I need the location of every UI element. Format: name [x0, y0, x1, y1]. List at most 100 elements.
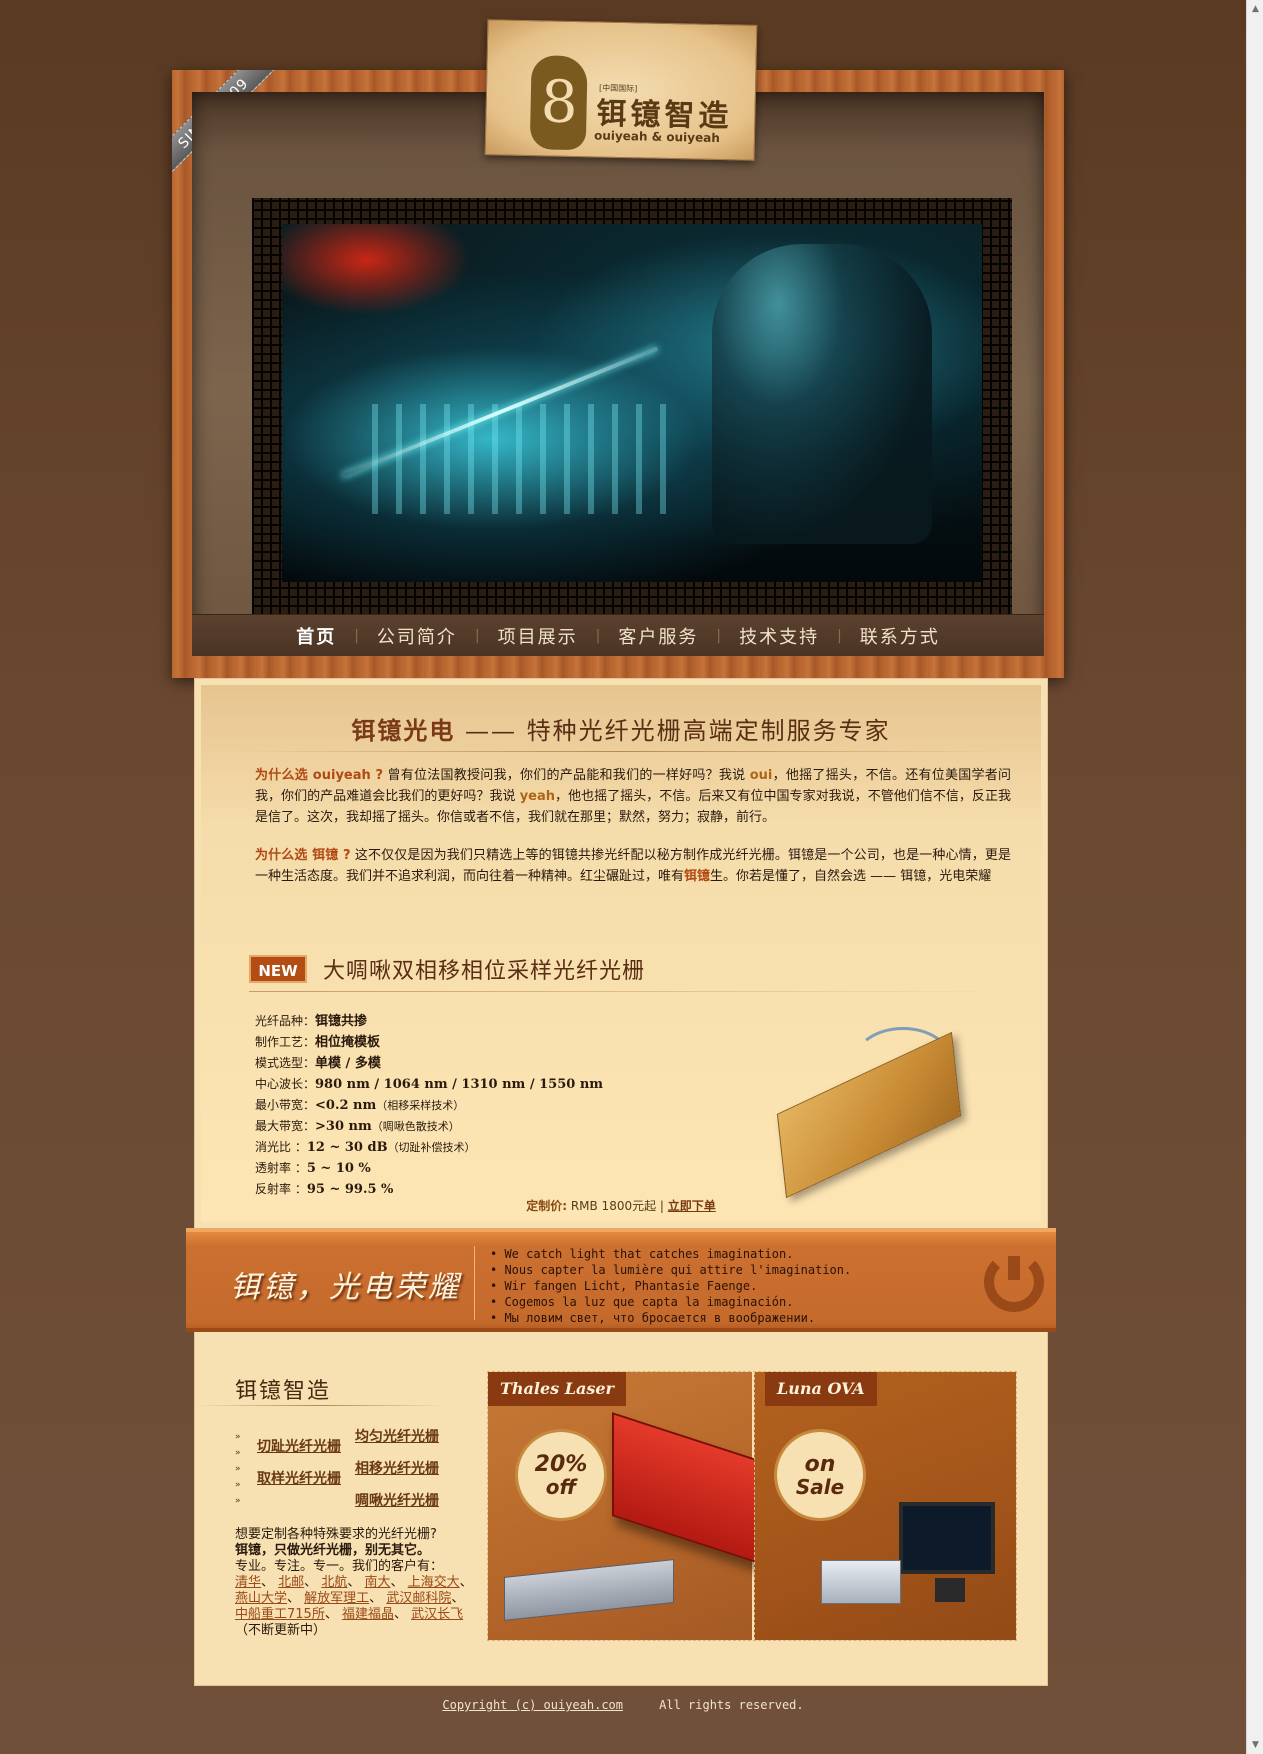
product-title[interactable]: 大啁啾双相移相位采样光纤光栅: [323, 953, 645, 985]
link-phase-shift-fbg[interactable]: 相移光纤光栅: [355, 1453, 439, 1485]
main-nav: 首页 | 公司简介 | 项目展示 | 客户服务 | 技术支持 | 联系方式: [192, 614, 1044, 656]
para1-text: 曾有位法国教授问我，你们的产品能和我们的一样好吗？我说: [383, 768, 750, 783]
client-link[interactable]: 解放军理工: [304, 1591, 369, 1606]
monitor-stand: [935, 1578, 965, 1602]
burst-line-2: off: [545, 1475, 577, 1499]
client-link[interactable]: 南大: [364, 1575, 390, 1590]
hero-banner: [252, 198, 1012, 616]
para2-accent: 铒镱: [684, 869, 711, 884]
link-chirped-fbg[interactable]: 啁啾光纤光栅: [355, 1485, 439, 1517]
client-link[interactable]: 上海交大: [408, 1575, 460, 1590]
spec-row-transmission: 透射率 ： 5 ~ 10 %: [255, 1158, 775, 1179]
client-link[interactable]: 武汉邮科院: [386, 1591, 451, 1606]
logo-mark-icon: 8: [529, 55, 588, 151]
spec-key: 光纤品种：: [255, 1014, 316, 1028]
slogan-item: Wir fangen Licht, Phantasie Faenge.: [490, 1278, 851, 1294]
link-sampled-fbg[interactable]: 取样光纤光栅: [257, 1463, 341, 1495]
client-link[interactable]: 中船重工715所: [235, 1607, 325, 1622]
product-spec-list: 光纤品种：铒镱共掺 制作工艺：相位掩模板 模式选型：单模 / 多模 中心波长：9…: [255, 1011, 775, 1200]
sidebar-links-col-a: 切趾光纤光栅 取样光纤光栅: [257, 1431, 341, 1495]
spec-row-max-bandwidth: 最大带宽：>30 nm（啁啾色散技术）: [255, 1116, 775, 1137]
spec-value: 单模 / 多模: [315, 1056, 381, 1071]
band-divider: [474, 1246, 475, 1320]
header-frame: SINCE 2009 首页 | 公司简介 | 项目展示 | 客户服务 | 技术支…: [172, 70, 1064, 678]
content-top-section: 铒镱光电 —— 特种光纤光栅高端定制服务专家 为什么选 ouiyeah ? 曾有…: [201, 685, 1041, 1221]
nav-item-about[interactable]: 公司简介: [359, 623, 475, 649]
spec-row-extinction: 消光比 ： 12 ~ 30 dB（切趾补偿技术）: [255, 1137, 775, 1158]
slogan-item: Nous capter la lumière qui attire l'imag…: [490, 1262, 851, 1278]
client-link[interactable]: 燕山大学: [235, 1591, 287, 1606]
spec-key: 最小带宽：: [255, 1098, 316, 1112]
order-now-link[interactable]: 立即下单: [668, 1199, 716, 1213]
scroll-down-arrow-icon[interactable]: ▼: [1249, 1738, 1262, 1752]
hero-laser-lab-image: [282, 224, 982, 582]
promo-luna-ova[interactable]: Luna OVA on Sale: [754, 1372, 1016, 1640]
content-panel: 铒镱光电 —— 特种光纤光栅高端定制服务专家 为什么选 ouiyeah ? 曾有…: [194, 678, 1048, 1686]
site-logo[interactable]: 8 [中国国际] 铒镱智造 ouiyeah & ouiyeah: [484, 19, 758, 161]
sale-burst-badge: on Sale: [777, 1432, 863, 1518]
hero-scientist-figure: [712, 244, 932, 544]
spec-value: 5 ~ 10 %: [306, 1161, 371, 1176]
nav-item-projects[interactable]: 项目展示: [480, 623, 596, 649]
header-inner-panel: 首页 | 公司简介 | 项目展示 | 客户服务 | 技术支持 | 联系方式: [192, 92, 1044, 656]
sidebar-title: 铒镱智造: [235, 1379, 332, 1404]
client-link[interactable]: 北邮: [278, 1575, 304, 1590]
slogan-list: We catch light that catches imagination.…: [490, 1246, 851, 1326]
para1-yeah: yeah: [519, 789, 556, 804]
sidebar-bullets: »»»»»: [235, 1432, 241, 1506]
spec-value: 95 ~ 99.5 %: [306, 1182, 394, 1197]
para1-oui: oui: [749, 768, 773, 783]
promo-thales-laser[interactable]: Thales Laser 20% off: [488, 1372, 796, 1640]
nav-item-service[interactable]: 客户服务: [600, 623, 716, 649]
nav-item-home[interactable]: 首页: [278, 623, 354, 649]
spec-key: 中心波长：: [255, 1077, 316, 1091]
spec-key: 消光比 ：: [255, 1140, 307, 1154]
spec-note: （切趾补偿技术）: [387, 1141, 476, 1154]
product-device-image: [773, 1027, 973, 1199]
scroll-up-arrow-icon[interactable]: ▲: [1249, 2, 1262, 16]
para1-lead: 为什么选 ouiyeah ?: [255, 768, 384, 783]
link-uniform-fbg[interactable]: 均匀光纤光栅: [355, 1421, 439, 1453]
power-emblem-icon: [984, 1252, 1044, 1312]
sidebar-text-line-1: 想要定制各种特殊要求的光纤光栅?: [235, 1527, 437, 1542]
slogan-item: We catch light that catches imagination.: [490, 1246, 851, 1262]
sidebar-links-col-b: 均匀光纤光栅 相移光纤光栅 啁啾光纤光栅: [355, 1421, 439, 1517]
slogan-item: Cogemos la luz que capta la imaginación.: [490, 1294, 851, 1310]
footer: Copyright (c) ouiyeah.com All rights res…: [0, 1698, 1246, 1712]
para2-lead: 为什么选 铒镱 ?: [255, 848, 351, 863]
vertical-scrollbar[interactable]: ▲ ▼: [1246, 0, 1263, 1754]
burst-line-1: on: [804, 1452, 836, 1477]
footer-copyright-link[interactable]: Copyright (c) ouiyeah.com: [442, 1698, 623, 1712]
headline-brand: 铒镱光电: [351, 716, 456, 745]
sidebar-text: 想要定制各种特殊要求的光纤光栅? 铒镱，只做光纤光栅，别无其它。 专业。专注。专…: [235, 1527, 475, 1639]
client-link[interactable]: 北航: [321, 1575, 347, 1590]
page-headline: 铒镱光电 —— 特种光纤光栅高端定制服务专家: [201, 711, 1041, 746]
client-list: 清华、 北邮、 北航、 南大、 上海交大、 燕山大学、 解放军理工、 武汉邮科院…: [235, 1575, 473, 1638]
spec-value: 12 ~ 30 dB: [306, 1140, 388, 1155]
link-apodized-fbg[interactable]: 切趾光纤光栅: [257, 1431, 341, 1463]
footer-rights: All rights reserved.: [659, 1698, 804, 1712]
discount-burst-badge: 20% off: [518, 1432, 604, 1518]
intro-paragraph-1: 为什么选 ouiyeah ? 曾有位法国教授问我，你们的产品能和我们的一样好吗？…: [255, 765, 1011, 828]
hero-optical-rig: [372, 404, 672, 514]
spec-row-process: 制作工艺：相位掩模板: [255, 1032, 775, 1053]
nav-item-support[interactable]: 技术支持: [721, 623, 837, 649]
monitor-image: [899, 1502, 995, 1574]
logo-name-en: ouiyeah & ouiyeah: [593, 128, 720, 146]
burst-line-2: Sale: [795, 1475, 845, 1499]
spec-value: 980 nm / 1064 nm / 1310 nm / 1550 nm: [315, 1077, 604, 1092]
new-badge: NEW: [249, 955, 307, 983]
slogan-item: Мы ловим свет, что бросается в воображен…: [490, 1310, 851, 1326]
product-divider: [249, 991, 1009, 992]
spec-row-fiber-type: 光纤品种：铒镱共掺: [255, 1011, 775, 1032]
client-link[interactable]: 武汉长飞: [411, 1607, 463, 1622]
price-separator: |: [659, 1199, 668, 1213]
slogan-band: 铒镱，光电荣耀 We catch light that catches imag…: [186, 1228, 1056, 1332]
sidebar-text-line-2: 铒镱，只做光纤光栅，别无其它。: [235, 1543, 431, 1558]
sidebar-text-line-3: 专业。专注。专一。我们的客户有：: [235, 1559, 444, 1574]
nav-item-contact[interactable]: 联系方式: [842, 623, 958, 649]
spec-key: 制作工艺：: [255, 1035, 316, 1049]
client-link[interactable]: 清华: [235, 1575, 261, 1590]
client-link[interactable]: 福建福晶: [342, 1607, 394, 1622]
instrument-image: [821, 1560, 901, 1604]
